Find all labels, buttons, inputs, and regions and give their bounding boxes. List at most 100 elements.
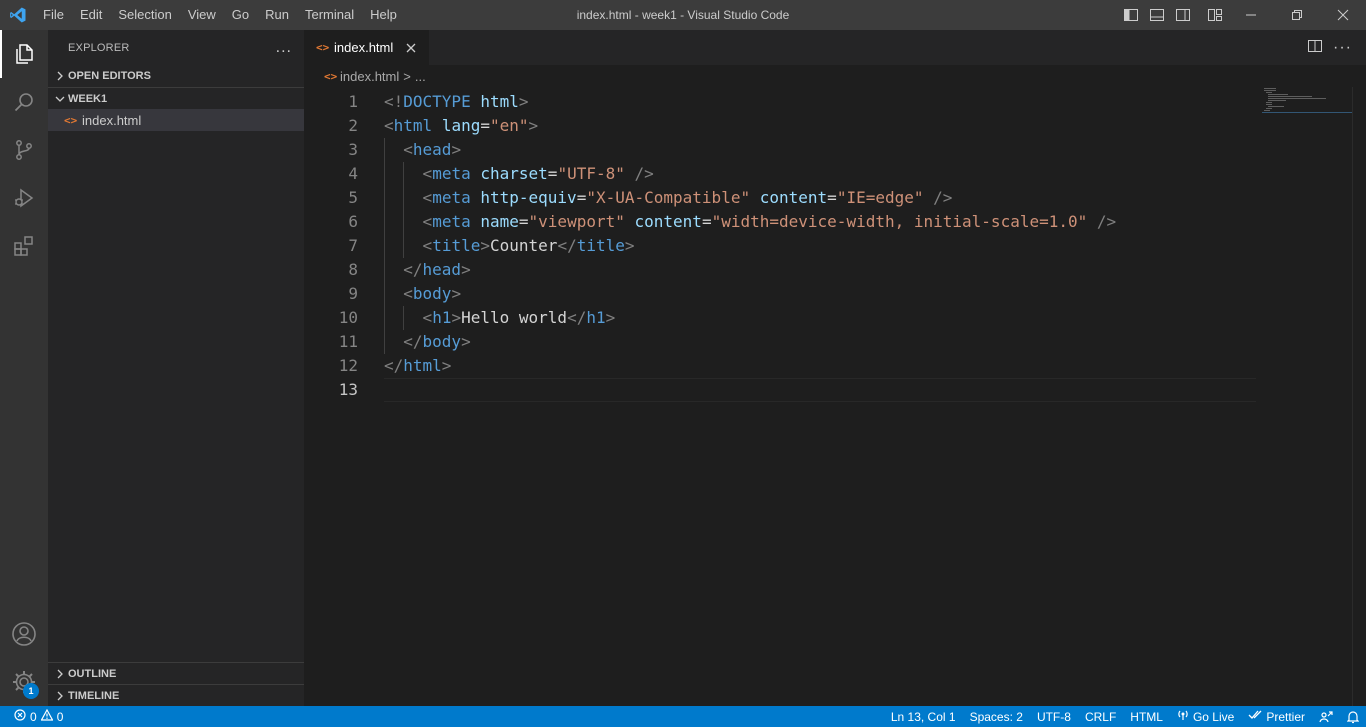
run-debug-icon[interactable] (0, 174, 48, 222)
menu-view[interactable]: View (180, 0, 224, 30)
file-item-index-html[interactable]: <> index.html (48, 109, 304, 131)
more-actions-icon[interactable]: ··· (1333, 39, 1352, 57)
more-actions-icon[interactable]: ... (276, 39, 292, 57)
file-name: index.html (82, 112, 142, 128)
split-editor-icon[interactable] (1307, 38, 1323, 57)
source-control-icon[interactable] (0, 126, 48, 174)
line-content: <body> (403, 284, 462, 303)
open-editors-section[interactable]: OPEN EDITORS (48, 65, 304, 87)
menu-selection[interactable]: Selection (110, 0, 179, 30)
explorer-icon[interactable] (0, 30, 48, 78)
indentation[interactable]: Spaces: 2 (963, 706, 1030, 727)
activity-bottom: 1 (0, 610, 48, 706)
code-line[interactable]: 1 <!DOCTYPE html> (304, 90, 1264, 114)
line-number: 10 (338, 308, 358, 327)
editor-actions: ··· (1307, 30, 1366, 65)
code-line[interactable]: 9 <body> (304, 282, 1264, 306)
menu-help[interactable]: Help (362, 0, 405, 30)
language-mode[interactable]: HTML (1123, 706, 1170, 727)
line-content: <meta http-equiv="X-UA-Compatible" conte… (422, 188, 953, 207)
code-line[interactable]: 10 <h1>Hello world</h1> (304, 306, 1264, 330)
search-icon[interactable] (0, 78, 48, 126)
double-check-icon (1248, 709, 1262, 724)
menu-go[interactable]: Go (224, 0, 257, 30)
line-number: 12 (338, 356, 358, 375)
code-line[interactable]: 7 <title>Counter</title> (304, 234, 1264, 258)
minimap[interactable] (1262, 87, 1352, 706)
breadcrumb-more[interactable]: ... (415, 69, 426, 84)
chevron-right-icon (52, 71, 68, 81)
toggle-secondary-sidebar-icon[interactable] (1172, 4, 1194, 26)
line-content: </html> (384, 356, 452, 375)
code-line[interactable]: 3 <head> (304, 138, 1264, 162)
line-content: <meta name="viewport" content="width=dev… (422, 212, 1117, 231)
toggle-primary-sidebar-icon[interactable] (1120, 4, 1142, 26)
breadcrumb-separator: > (403, 68, 411, 84)
line-number: 8 (348, 260, 358, 279)
notifications-bell-icon[interactable] (1340, 706, 1366, 727)
accounts-icon[interactable] (0, 610, 48, 658)
customize-layout-icon[interactable] (1204, 4, 1226, 26)
minimize-icon[interactable] (1228, 0, 1274, 30)
editor-area: <> index.html ··· <> index.html > ... 1 <… (304, 30, 1366, 706)
code-line[interactable]: 2 <html lang="en"> (304, 114, 1264, 138)
line-content: <title>Counter</title> (422, 236, 635, 255)
code-line[interactable]: 6 <meta name="viewport" content="width=de… (304, 210, 1264, 234)
line-number: 9 (348, 284, 358, 303)
prettier-button[interactable]: Prettier (1241, 706, 1312, 727)
feedback-icon[interactable] (1312, 706, 1340, 727)
chevron-right-icon (52, 691, 68, 701)
code-line[interactable]: 12 </html> (304, 354, 1264, 378)
close-tab-icon[interactable] (403, 40, 419, 56)
timeline-section[interactable]: TIMELINE (48, 684, 304, 706)
error-icon (14, 709, 26, 724)
warning-count: 0 (56, 709, 64, 724)
restore-icon[interactable] (1274, 0, 1320, 30)
explorer-header: EXPLORER ... (48, 30, 304, 65)
line-number: 4 (348, 164, 358, 183)
settings-gear-icon[interactable]: 1 (0, 658, 48, 706)
tab-label: index.html (334, 40, 394, 55)
menu-edit[interactable]: Edit (72, 0, 110, 30)
error-count: 0 (30, 709, 37, 724)
vertical-scrollbar[interactable] (1352, 87, 1366, 706)
prettier-label: Prettier (1266, 709, 1305, 724)
extensions-icon[interactable] (0, 222, 48, 270)
layout-controls (1120, 0, 1226, 30)
line-number: 7 (348, 236, 358, 255)
line-number: 6 (348, 212, 358, 231)
title-bar: File Edit Selection View Go Run Terminal… (0, 0, 1366, 30)
activity-bar: 1 (0, 30, 48, 706)
code-line[interactable]: 4 <meta charset="UTF-8" /> (304, 162, 1264, 186)
timeline-label: TIMELINE (68, 689, 120, 702)
problems-indicator[interactable]: 0 0 (0, 708, 64, 724)
code-line[interactable]: 5 <meta http-equiv="X-UA-Compatible" cont… (304, 186, 1264, 210)
broadcast-icon (1177, 709, 1189, 724)
menu-terminal[interactable]: Terminal (297, 0, 362, 30)
toggle-panel-icon[interactable] (1146, 4, 1168, 26)
line-content: </head> (403, 260, 471, 279)
code-line[interactable]: 8 </head> (304, 258, 1264, 282)
open-editors-label: OPEN EDITORS (68, 70, 151, 82)
close-window-icon[interactable] (1320, 0, 1366, 30)
folder-section-week1[interactable]: WEEK1 (48, 87, 304, 109)
line-endings[interactable]: CRLF (1078, 706, 1123, 727)
menu-run[interactable]: Run (257, 0, 297, 30)
menu-file[interactable]: File (35, 0, 72, 30)
chevron-down-icon (52, 94, 68, 104)
explorer-sidebar: EXPLORER ... OPEN EDITORS WEEK1 <> index… (48, 30, 304, 706)
settings-update-badge: 1 (23, 683, 39, 699)
go-live-button[interactable]: Go Live (1170, 706, 1241, 727)
encoding[interactable]: UTF-8 (1030, 706, 1078, 727)
cursor-position[interactable]: Ln 13, Col 1 (884, 706, 963, 727)
line-content: <meta charset="UTF-8" /> (422, 164, 654, 183)
code-editor[interactable]: 1 <!DOCTYPE html> 2 <html lang="en"> 3 <head>… (304, 87, 1264, 706)
line-content: </body> (403, 332, 471, 351)
outline-section[interactable]: OUTLINE (48, 662, 304, 684)
code-line[interactable]: 13 (304, 378, 1264, 402)
line-number: 5 (348, 188, 358, 207)
tab-index-html[interactable]: <> index.html (304, 30, 430, 65)
breadcrumb: <> index.html > ... (304, 65, 1366, 87)
code-line[interactable]: 11 </body> (304, 330, 1264, 354)
breadcrumb-file[interactable]: index.html (340, 69, 399, 84)
